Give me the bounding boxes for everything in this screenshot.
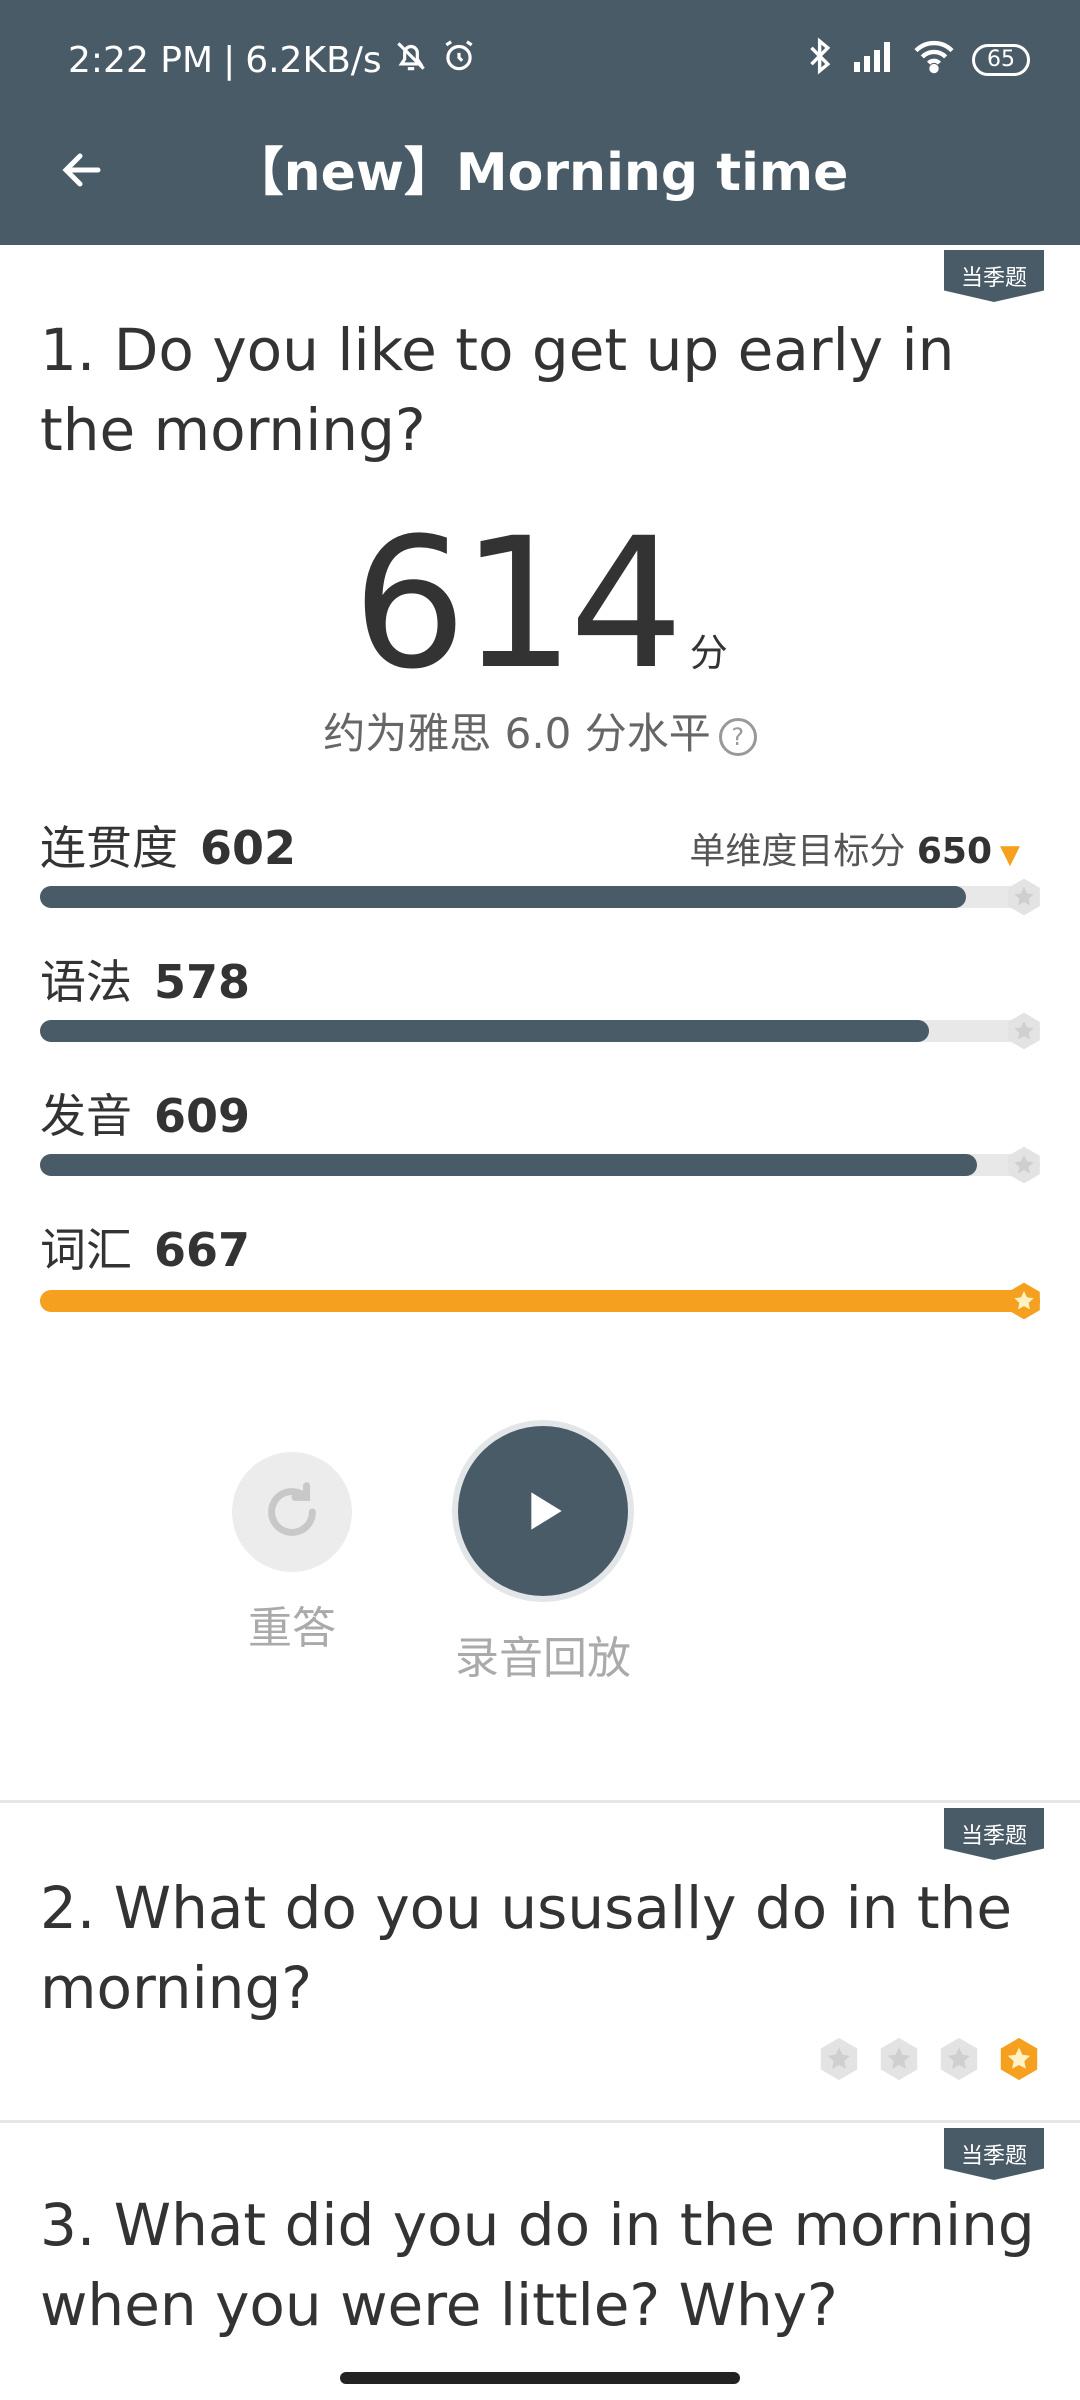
progress-track xyxy=(40,1282,1040,1320)
dimension-vocabulary: 词汇 667 xyxy=(40,1214,1040,1284)
progress-track xyxy=(40,1146,1040,1184)
divider xyxy=(0,2120,1080,2123)
star-icon xyxy=(996,2036,1042,2082)
question-2[interactable]: 2. What do you ususally do in the mornin… xyxy=(40,1868,1040,2028)
playback-label: 录音回放 xyxy=(455,1633,631,1684)
star-icon xyxy=(936,2036,982,2082)
dropdown-arrow-icon: ▼ xyxy=(1000,840,1020,870)
status-time: 2:22 PM xyxy=(68,39,214,81)
dim-label: 连贯度 xyxy=(40,821,178,875)
play-button[interactable] xyxy=(452,1420,634,1602)
season-tag: 当季题 xyxy=(944,1808,1044,1860)
star-icon xyxy=(1004,1281,1044,1321)
progress-track xyxy=(40,878,1040,916)
redo-icon xyxy=(268,1482,316,1536)
q2-star-rating xyxy=(816,2036,1042,2082)
page-title: 【new】Morning time xyxy=(231,143,849,203)
wifi-icon xyxy=(912,38,956,83)
progress-fill xyxy=(40,1154,977,1176)
star-icon xyxy=(1004,1011,1044,1051)
progress-track xyxy=(40,1012,1040,1050)
season-tag: 当季题 xyxy=(944,2128,1044,2180)
target-score[interactable]: 单维度目标分 650 ▼ xyxy=(689,822,1020,874)
redo-button[interactable] xyxy=(232,1452,352,1572)
progress-fill xyxy=(40,1020,929,1042)
star-icon xyxy=(816,2036,862,2082)
bluetooth-icon xyxy=(806,36,836,84)
dim-value: 667 xyxy=(154,1223,251,1277)
dimension-coherence: 连贯度 602 单维度目标分 650 ▼ xyxy=(40,812,1040,882)
signal-icon xyxy=(852,38,896,83)
season-tag: 当季题 xyxy=(944,250,1044,302)
alarm-icon xyxy=(440,37,478,84)
redo-control[interactable]: 重答 xyxy=(232,1452,352,1656)
network-speed: 6.2KB/s xyxy=(245,39,382,81)
dim-value: 609 xyxy=(154,1089,251,1143)
app-header: 2:22 PM | 6.2KB/s 65 【new】Morning time xyxy=(0,0,1080,245)
dim-label: 发音 xyxy=(40,1089,132,1143)
playback-control[interactable]: 录音回放 xyxy=(452,1420,634,1686)
dim-label: 词汇 xyxy=(40,1223,132,1277)
dimension-pronunciation: 发音 609 xyxy=(40,1080,1040,1150)
dim-value: 578 xyxy=(154,955,251,1009)
star-icon xyxy=(1004,877,1044,917)
score-value: 614 xyxy=(352,500,684,709)
help-icon[interactable]: ? xyxy=(718,717,757,756)
question-1[interactable]: 1. Do you like to get up early in the mo… xyxy=(40,310,1040,470)
divider xyxy=(0,1800,1080,1803)
star-icon xyxy=(876,2036,922,2082)
progress-fill xyxy=(40,886,966,908)
score-unit: 分 xyxy=(689,631,728,675)
play-icon xyxy=(531,1492,562,1530)
dim-label: 语法 xyxy=(40,955,132,1009)
battery-indicator: 65 xyxy=(972,44,1030,76)
bell-off-icon xyxy=(392,37,430,84)
star-icon xyxy=(1004,1145,1044,1185)
ielts-level: 约为雅思 6.0 分水平? xyxy=(0,700,1080,761)
dim-value: 602 xyxy=(200,821,297,875)
dimension-grammar: 语法 578 xyxy=(40,946,1040,1016)
total-score: 614 分 xyxy=(0,500,1080,709)
redo-label: 重答 xyxy=(248,1603,336,1654)
home-indicator[interactable] xyxy=(340,2372,740,2384)
status-bar: 2:22 PM | 6.2KB/s 65 xyxy=(68,30,1030,90)
progress-fill xyxy=(40,1290,1040,1312)
question-3[interactable]: 3. What did you do in the morning when y… xyxy=(40,2185,1040,2345)
